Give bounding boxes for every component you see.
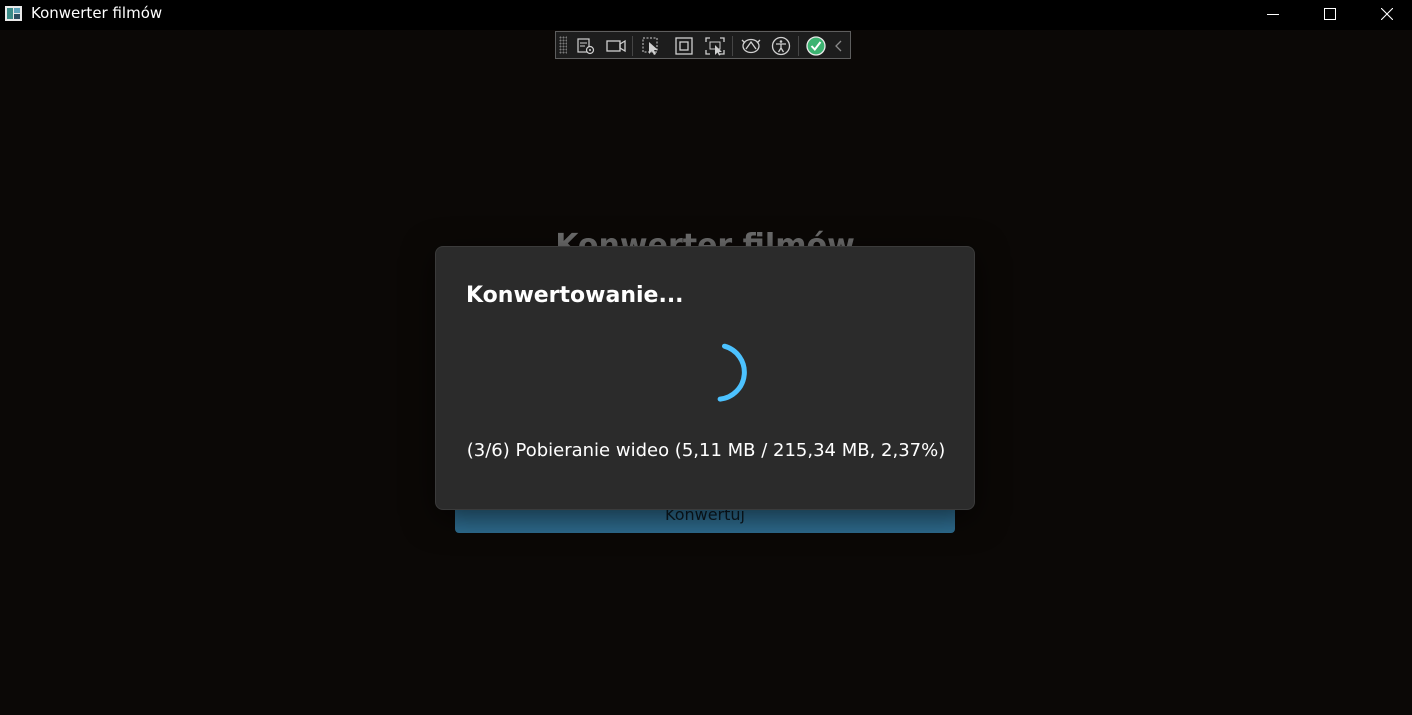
collapse-chevron-icon — [835, 40, 842, 52]
checkmark-icon — [806, 36, 826, 56]
minimize-button[interactable] — [1245, 0, 1301, 28]
accessibility-icon — [771, 36, 791, 56]
live-visual-tree-icon — [577, 38, 595, 55]
select-element-button[interactable] — [640, 35, 662, 57]
no-issues-status[interactable] — [805, 35, 827, 57]
progress-dialog: Konwertowanie... (3/6) Pobieranie wideo … — [435, 246, 975, 510]
maximize-icon — [1324, 8, 1336, 20]
display-layout-adorners-button[interactable] — [673, 35, 695, 57]
live-visual-tree-button[interactable] — [575, 35, 597, 57]
accessibility-checker-button[interactable] — [770, 35, 792, 57]
title-bar[interactable]: Konwerter filmów — [0, 0, 1412, 30]
close-button[interactable] — [1359, 0, 1412, 28]
dialog-title: Konwertowanie... — [466, 283, 684, 308]
track-focused-element-button[interactable] — [704, 35, 726, 57]
app-icon — [5, 6, 22, 21]
display-layout-adorners-icon — [675, 37, 693, 55]
app-window: Konwerter filmów Konwerter filmów Konwer… — [0, 0, 1412, 715]
select-element-icon — [642, 37, 658, 55]
window-title: Konwerter filmów — [31, 4, 163, 22]
track-focused-element-icon — [705, 37, 725, 56]
toolbar-grip[interactable] — [559, 36, 567, 54]
collapse-toolbar-button[interactable] — [831, 35, 847, 57]
close-icon — [1381, 8, 1393, 20]
progress-status-text: (3/6) Pobieranie wideo (5,11 MB / 215,34… — [466, 440, 946, 461]
debug-toolbar — [555, 31, 851, 59]
video-camera-icon — [606, 39, 626, 53]
progress-ring-icon — [717, 343, 747, 402]
record-video-button[interactable] — [605, 35, 627, 57]
binding-failures-button[interactable] — [740, 35, 762, 57]
binding-failures-icon — [741, 38, 761, 54]
minimize-icon — [1267, 14, 1279, 15]
maximize-button[interactable] — [1302, 0, 1358, 28]
